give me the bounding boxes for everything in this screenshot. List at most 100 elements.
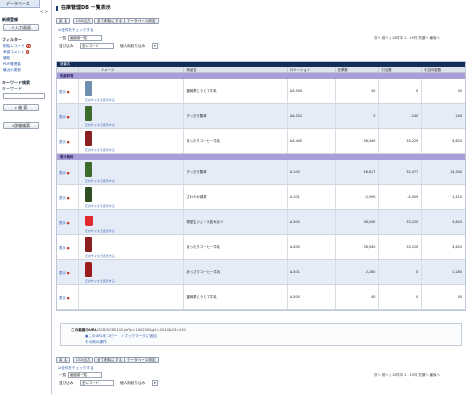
product-image[interactable] [84,106,92,121]
db-settings-button[interactable]: データベース設定 [124,18,159,24]
check-all-label: 全件をチェックする [61,366,94,370]
delete-icon[interactable]: ● [67,221,70,225]
col-header-image[interactable]: イメージ [79,67,185,72]
delete-icon[interactable]: ● [67,271,70,275]
product-image[interactable] [84,162,92,177]
delete-all-button[interactable]: 全て削除にする [94,18,126,24]
db-settings-button-bottom[interactable]: データベース設定 [124,357,159,363]
available-qty: 4,820 [452,220,462,224]
filter-link-approval[interactable]: 承認コメント 5 [3,50,30,55]
view-select[interactable]: 画面用一覧 [68,35,102,41]
reserved-qty: 0 [379,79,423,103]
count-filter-select-bottom[interactable]: ▾ [152,380,158,386]
image-cell: 元のサイズで表示する [79,104,185,128]
sidebar: データベース < > 新規登録 ＋入力画面 フィルター 削除レコード 29 承認コ… [0,0,52,394]
full-size-link[interactable]: 元のサイズで表示する [85,254,115,258]
location: A-401 [288,260,336,284]
new-entry-button[interactable]: ＋入力画面 [3,24,39,31]
full-size-link[interactable]: 元のサイズで表示する [85,148,115,152]
reserved-qty: 33,220 [379,129,423,153]
table-row: 表示● 元のサイズで表示する すっきり酸味 AA-202 0 -240 240 [57,104,465,129]
product-image[interactable] [84,216,93,226]
delete-icon[interactable]: ● [67,115,70,119]
product-image[interactable] [84,262,92,277]
chevron-down-icon: ▾ [154,44,156,48]
product-image[interactable] [84,237,92,252]
delete-icon[interactable]: ● [67,171,70,175]
delete-icon[interactable]: ● [67,196,70,200]
delete-icon[interactable]: ● [67,90,70,94]
col-header-product[interactable]: 商品名 [184,67,288,72]
delete-icon[interactable]: ● [67,140,70,144]
col-header-location[interactable]: ロケーション [288,67,336,72]
full-size-link[interactable]: 元のサイズで表示する [85,229,115,233]
check-all-link-bottom[interactable]: ☑全件をチェックする [58,366,94,371]
col-header-action [57,67,79,72]
display-link[interactable]: 表示● [59,195,70,200]
count-filter-select[interactable]: ▾ [152,43,158,49]
product-name: さわやか緑茶 [184,185,288,209]
product-image[interactable] [84,81,92,96]
display-link[interactable]: 表示● [59,139,70,144]
full-size-link[interactable]: 元のサイズで表示する [85,123,115,127]
delete-icon[interactable]: ● [67,296,70,300]
delete-all-button-bottom[interactable]: 全て削除にする [94,357,126,363]
view-select-bottom[interactable]: 画面用一覧 [68,372,102,378]
csv-export-button-bottom[interactable]: CSV出力 [73,357,94,363]
display-label: 表示 [59,196,66,200]
url-label: この画面のURL [71,328,97,332]
filter-link-notice[interactable]: 通知 [3,56,10,61]
full-size-link[interactable]: 元のサイズで表示する [85,98,115,102]
other-operations-link[interactable]: その他の操作 [85,340,107,345]
sort-select-bottom[interactable]: 全レコード [80,380,114,386]
keyword-input[interactable] [3,93,45,99]
stock-qty: 38,040 [336,129,380,153]
reserved-qty: 33,220 [379,210,423,234]
delete-icon[interactable]: ● [67,246,70,250]
col-header-available[interactable]: 引当可能数 [422,67,465,72]
csv-export-button[interactable]: CSV出力 [73,18,94,24]
stock-qty: 0 [336,104,380,128]
display-label: 表示 [59,246,66,250]
search-icon: ⌕ [14,105,17,110]
reserved-qty: 0 [379,260,423,284]
bookmark-link[interactable]: ☆ブックマークに追加 [121,334,157,339]
col-header-reserved[interactable]: 引当数 [379,67,423,72]
copy-url-link[interactable]: ▣このURLをコピー [85,334,117,339]
product-image[interactable] [84,131,92,146]
back-button-bottom[interactable]: 戻 る [56,357,71,363]
display-link[interactable]: 表示● [59,295,70,300]
new-record-heading: 新規登録 [2,17,18,22]
product-name: 福岡県とうとて牛乳 [184,285,288,309]
filter-link-pdf[interactable]: PDF管理者 [3,62,21,67]
view-select-value: 画面用一覧 [70,373,87,377]
pager-bottom[interactable]: 次へ 前へ | 15件中 1 - 15件 先頭へ 最後へ [374,372,440,377]
display-link[interactable]: 表示● [59,270,70,275]
check-all-link[interactable]: ☑全件をチェックする [58,28,94,33]
table-row: 表示● 元のサイズで表示する 福岡県とうとて牛乳 AA-500 40 0 40 [57,79,465,104]
search-button[interactable]: ⌕ 検 索 [3,104,39,111]
display-link[interactable]: 表示● [59,114,70,119]
display-link[interactable]: 表示● [59,89,70,94]
display-link[interactable]: 表示● [59,220,70,225]
sidebar-tab-database[interactable]: データベース [0,0,40,8]
product-image[interactable] [84,187,92,202]
display-link[interactable]: 表示● [59,245,70,250]
table-row: 表示● 元のサイズで表示する すっきり酸味 A-100 46,817 32,477 14,3… [57,160,465,185]
full-size-link[interactable]: 元のサイズで表示する [85,179,115,183]
sort-select[interactable]: 全レコード [80,43,114,49]
back-button[interactable]: 戻 る [56,18,71,24]
product-name: 福岡県とうとて牛乳 [184,79,288,103]
stock-qty: 38,040 [336,210,380,234]
image-cell: 元のサイズで表示する [79,210,185,234]
sidebar-collapse-arrows[interactable]: < > [40,9,48,14]
display-link[interactable]: 表示● [59,170,70,175]
col-header-stock[interactable]: 在庫数 [336,67,380,72]
filter-link-deleted[interactable]: 削除レコード 29 [3,44,32,49]
full-size-link[interactable]: 元のサイズで表示する [85,204,115,208]
full-size-link[interactable]: 元のサイズで表示する [85,279,115,283]
advanced-search-button[interactable]: ⌕詳細検索 [3,122,39,129]
filter-link-recent[interactable]: 最近の更新 [3,68,21,73]
chevron-down-icon: ▾ [154,381,156,385]
pager-top[interactable]: 次へ 前へ | 15件中 1 - 15件 先頭へ 最後へ [374,35,440,40]
